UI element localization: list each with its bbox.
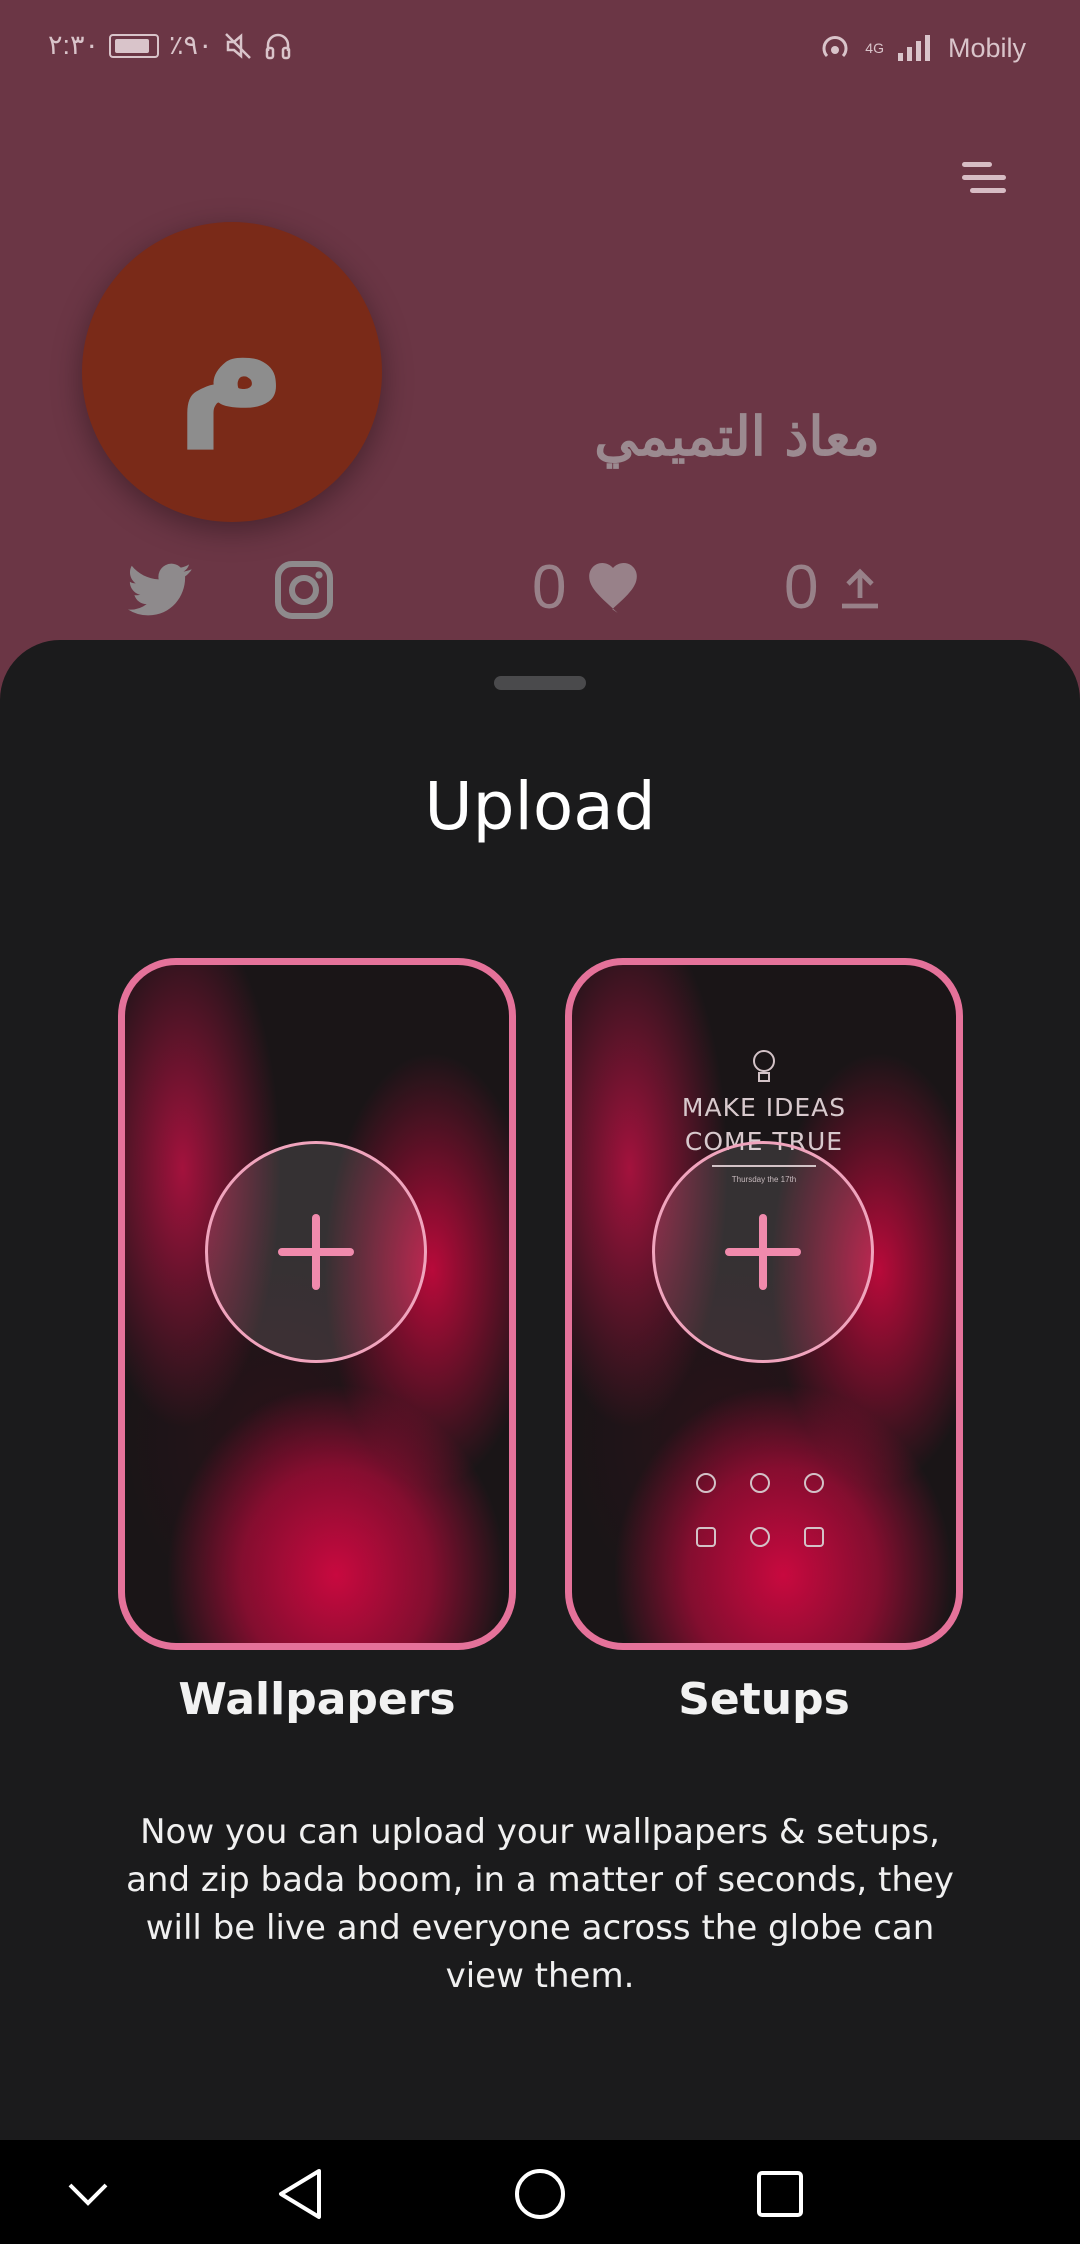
profile-screen: ٢:٣٠ ٪٩٠ 4G Mobily م معاذ التميمي 0 0 [0,0,1080,700]
setup-preview-icons [696,1473,832,1547]
upload-description: Now you can upload your wallpapers & set… [126,1812,954,1996]
plus-icon [725,1214,801,1290]
setups-label: Setups [678,1674,850,1725]
navigation-bar [0,2140,1080,2244]
upload-wallpapers-card[interactable] [118,958,516,1650]
chrome-icon [750,1527,770,1547]
recent-square-icon [757,2171,803,2217]
mute-icon [224,32,251,59]
profile-name: معاذ التميمي [594,404,880,468]
youtube-icon [696,1527,716,1547]
battery-icon [109,33,160,58]
status-left: ٢:٣٠ ٪٩٠ [48,30,293,61]
status-right: 4G Mobily [817,30,1026,66]
plus-icon [278,1214,354,1290]
sheet-title: Upload [424,768,656,845]
whatsapp-icon [696,1473,716,1493]
headphones-icon [265,33,290,59]
twitter-icon[interactable] [128,562,192,618]
menu-icon[interactable] [962,162,1006,201]
hotspot-icon [822,36,848,58]
upload-sheet: Upload MAKE IDEAS COME TRUE Thursday the… [0,640,1080,2140]
uploads-stat[interactable]: 0 [784,552,884,623]
chevron-down-icon [68,2183,108,2206]
recent-apps-button[interactable] [750,2164,810,2224]
reddit-icon [750,1473,770,1493]
heart-icon [589,562,638,613]
avatar-letter: م [177,275,287,449]
battery-level: ٪٩٠ [169,30,213,60]
uploads-count: 0 [784,553,819,622]
likes-count: 0 [532,553,567,622]
setup-preview-line1: MAKE IDEAS [681,1093,847,1122]
wallpapers-label: Wallpapers [178,1674,456,1725]
back-button[interactable] [270,2164,330,2224]
social-row: 0 0 [0,553,1080,628]
home-circle-icon [515,2169,565,2219]
hide-keyboard-button[interactable] [58,2164,118,2224]
twitter-icon [804,1473,824,1493]
instagram-icon[interactable] [272,558,336,622]
network-type: 4G [865,40,884,56]
upload-setups-card[interactable]: MAKE IDEAS COME TRUE Thursday the 17th [565,958,963,1650]
likes-stat[interactable]: 0 [532,552,642,623]
add-wallpaper-button[interactable] [205,1141,427,1363]
upload-icon [842,568,879,608]
linkedin-icon [804,1527,824,1547]
lightbulb-icon [753,1050,775,1082]
drag-handle[interactable] [494,676,586,690]
carrier-name: Mobily [947,32,1026,63]
signal-icon [897,35,930,61]
avatar[interactable]: م [82,222,382,522]
status-time: ٢:٣٠ [48,30,100,60]
home-button[interactable] [510,2164,570,2224]
back-triangle-icon [279,2169,321,2219]
status-bar: ٢:٣٠ ٪٩٠ 4G Mobily [0,0,1080,96]
add-setup-button[interactable] [652,1141,874,1363]
